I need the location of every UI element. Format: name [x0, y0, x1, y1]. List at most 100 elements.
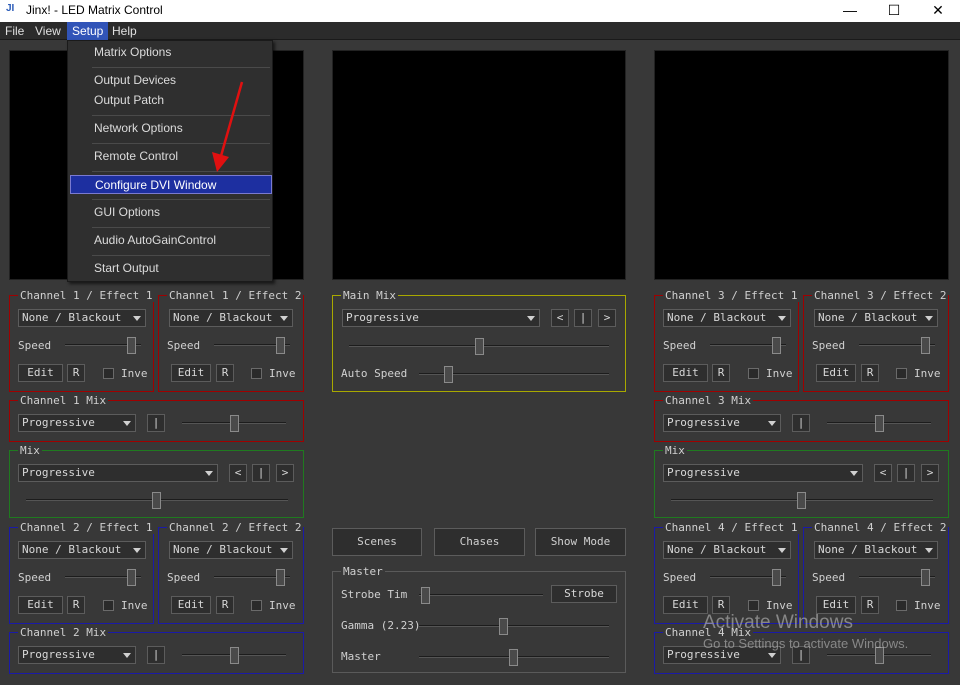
ch4-effect2-invert-checkbox[interactable] [896, 600, 907, 611]
master-slider[interactable] [419, 649, 609, 666]
left-mix-center-button[interactable]: | [252, 464, 270, 482]
ch1-effect1-r-button[interactable]: R [67, 364, 85, 382]
ch2-effect1-invert-checkbox[interactable] [103, 600, 114, 611]
scenes-button[interactable]: Scenes [332, 528, 422, 556]
ch2-effect1-combo[interactable]: None / Blackout [18, 541, 146, 559]
ch2-effect2-r-button[interactable]: R [216, 596, 234, 614]
speed-label: Speed [663, 339, 697, 352]
ch3-effect2-speed-slider[interactable] [859, 337, 935, 354]
ch3-effect1-r-button[interactable]: R [712, 364, 730, 382]
ch4-effect2-speed-slider[interactable] [859, 569, 935, 586]
ch3-effect1-combo[interactable]: None / Blackout [663, 309, 791, 327]
ch2-mix-panel: Channel 2 Mix Progressive | [9, 626, 304, 674]
ch1-effect2-speed-slider[interactable] [214, 337, 290, 354]
ch2-effect2-speed-slider[interactable] [214, 569, 290, 586]
menu-item-matrix-options[interactable]: Matrix Options [70, 43, 272, 62]
ch1-effect2-invert-checkbox[interactable] [251, 368, 262, 379]
ch2-effect1-speed-slider[interactable] [65, 569, 141, 586]
ch2-effect2-edit-button[interactable]: Edit [171, 596, 211, 614]
ch3-effect1-edit-button[interactable]: Edit [663, 364, 708, 382]
main-mix-center-button[interactable]: | [574, 309, 592, 327]
gamma-label: Gamma (2.23) [341, 619, 421, 632]
main-mix-combo[interactable]: Progressive [342, 309, 540, 327]
ch1-mix-panel: Channel 1 Mix Progressive | [9, 394, 304, 442]
ch2-mix-combo[interactable]: Progressive [18, 646, 136, 664]
window-title: Jinx! - LED Matrix Control [26, 3, 163, 17]
ch1-mix-button[interactable]: | [147, 414, 165, 432]
ch1-effect1-speed-slider[interactable] [65, 337, 141, 354]
ch3-effect2-combo[interactable]: None / Blackout [814, 309, 938, 327]
ch4-effect2-r-button[interactable]: R [861, 596, 879, 614]
ch2-mix-slider[interactable] [182, 647, 286, 664]
ch1-effect1-combo[interactable]: None / Blackout [18, 309, 146, 327]
ch3-effect2-invert-checkbox[interactable] [896, 368, 907, 379]
ch2-effect1-r-button[interactable]: R [67, 596, 85, 614]
menu-setup[interactable]: Setup [67, 22, 109, 40]
ch2-effect1-edit-button[interactable]: Edit [18, 596, 63, 614]
ch3-mix-combo[interactable]: Progressive [663, 414, 781, 432]
ch3-mix-button[interactable]: | [792, 414, 810, 432]
left-mix-combo[interactable]: Progressive [18, 464, 218, 482]
left-mix-next-button[interactable]: > [276, 464, 294, 482]
main-mix-crossfader[interactable] [349, 338, 609, 355]
menu-item-gui-options[interactable]: GUI Options [70, 203, 272, 222]
ch3-mix-title: Channel 3 Mix [663, 394, 754, 407]
minimize-button[interactable]: — [828, 0, 872, 22]
ch3-effect2-title: Channel 3 / Effect 2 [812, 289, 949, 302]
menu-file[interactable]: File [0, 22, 29, 40]
ch3-effect1-speed-slider[interactable] [710, 337, 786, 354]
right-mix-crossfader[interactable] [671, 492, 933, 509]
right-mix-next-button[interactable]: > [921, 464, 939, 482]
strobe-button[interactable]: Strobe [551, 585, 617, 603]
ch4-effect1-combo[interactable]: None / Blackout [663, 541, 791, 559]
gamma-slider[interactable] [419, 618, 609, 635]
ch1-mix-combo[interactable]: Progressive [18, 414, 136, 432]
master-title: Master [341, 565, 385, 578]
maximize-button[interactable]: ☐ [872, 0, 916, 22]
right-mix-prev-button[interactable]: < [874, 464, 892, 482]
main-mix-prev-button[interactable]: < [551, 309, 569, 327]
ch2-effect2-invert-checkbox[interactable] [251, 600, 262, 611]
ch4-effect1-invert-checkbox[interactable] [748, 600, 759, 611]
menu-item-audio-autogaincontrol[interactable]: Audio AutoGainControl [70, 231, 272, 250]
ch1-effect2-r-button[interactable]: R [216, 364, 234, 382]
ch2-mix-button[interactable]: | [147, 646, 165, 664]
ch3-effect2-r-button[interactable]: R [861, 364, 879, 382]
right-mix-center-button[interactable]: | [897, 464, 915, 482]
menu-item-start-output[interactable]: Start Output [70, 259, 272, 278]
ch4-effect1-edit-button[interactable]: Edit [663, 596, 708, 614]
ch1-effect2-edit-button[interactable]: Edit [171, 364, 211, 382]
ch1-effect2-combo[interactable]: None / Blackout [169, 309, 293, 327]
menu-help[interactable]: Help [107, 22, 142, 40]
ch3-mix-slider[interactable] [827, 415, 931, 432]
auto-speed-slider[interactable] [419, 366, 609, 383]
right-mix-combo[interactable]: Progressive [663, 464, 863, 482]
show-mode-button[interactable]: Show Mode [535, 528, 626, 556]
ch2-effect2-combo[interactable]: None / Blackout [169, 541, 293, 559]
ch1-effect1-title: Channel 1 / Effect 1 [18, 289, 155, 302]
ch1-effect1-invert-checkbox[interactable] [103, 368, 114, 379]
ch2-effect2-title: Channel 2 / Effect 2 [167, 521, 304, 534]
ch3-effect2-edit-button[interactable]: Edit [816, 364, 856, 382]
ch1-effect1-edit-button[interactable]: Edit [18, 364, 63, 382]
left-mix-prev-button[interactable]: < [229, 464, 247, 482]
left-mix-crossfader[interactable] [26, 492, 288, 509]
invert-label: Inver [914, 599, 942, 612]
combo-value: Progressive [22, 466, 95, 479]
chevron-down-icon [850, 471, 858, 476]
annotation-arrow-icon [212, 81, 244, 172]
master-label: Master [341, 650, 381, 663]
strobe-time-slider[interactable] [419, 587, 543, 604]
menu-view[interactable]: View [30, 22, 66, 40]
ch3-effect1-title: Channel 3 / Effect 1 [663, 289, 800, 302]
close-button[interactable]: ✕ [916, 0, 960, 22]
speed-label: Speed [812, 339, 846, 352]
main-mix-next-button[interactable]: > [598, 309, 616, 327]
ch3-effect1-panel: Channel 3 / Effect 1 None / Blackout Spe… [654, 289, 800, 392]
ch4-effect1-speed-slider[interactable] [710, 569, 786, 586]
ch3-effect1-invert-checkbox[interactable] [748, 368, 759, 379]
ch1-mix-slider[interactable] [182, 415, 286, 432]
ch4-effect2-combo[interactable]: None / Blackout [814, 541, 938, 559]
chases-button[interactable]: Chases [434, 528, 525, 556]
chevron-down-icon [778, 316, 786, 321]
